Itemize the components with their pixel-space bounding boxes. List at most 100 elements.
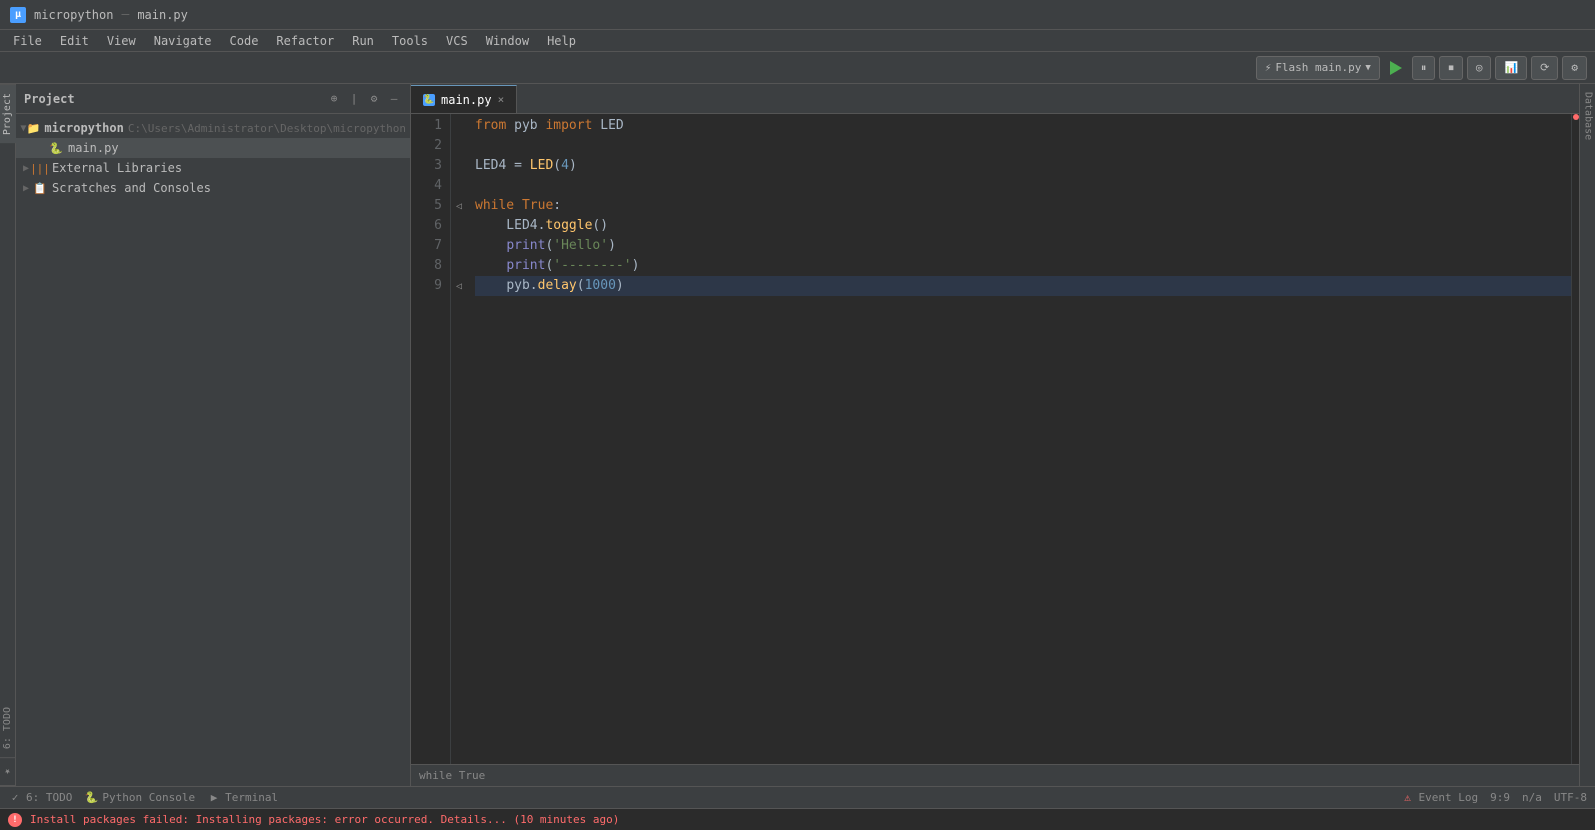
structure-tab[interactable]: 6: TODO [0, 699, 16, 758]
stop-button[interactable]: ⏹ [1439, 56, 1463, 80]
python-icon: 🐍 [84, 791, 98, 805]
menu-file[interactable]: File [5, 32, 50, 50]
ln-8: 8 [411, 256, 442, 276]
root-icon: 📁 [27, 120, 41, 136]
event-log-btn[interactable]: ⚠ Event Log [1401, 791, 1479, 805]
right-strip: Database [1579, 84, 1595, 786]
gutter-8 [451, 256, 467, 276]
left-strip: Project 6: TODO ★ [0, 84, 16, 786]
scratches-label: Scratches and Consoles [52, 181, 211, 195]
error-scroll-marker [1573, 114, 1579, 120]
tree-scratches[interactable]: ▶ 📋 Scratches and Consoles [16, 178, 410, 198]
collapse-btn[interactable]: | [346, 91, 362, 107]
nav-indicator: n/a [1522, 791, 1542, 804]
title-bar: μ micropython – main.py [0, 0, 1595, 30]
editor-breadcrumb: while True [411, 764, 1579, 786]
menu-code[interactable]: Code [222, 32, 267, 50]
status-right: ⚠ Event Log 9:9 n/a UTF-8 [1401, 791, 1587, 805]
menu-bar: File Edit View Navigate Code Refactor Ru… [0, 30, 1595, 52]
menu-run[interactable]: Run [344, 32, 382, 50]
flash-icon: ⚡ [1265, 61, 1272, 74]
warning-icon: ! [8, 813, 22, 827]
gutter-7 [451, 236, 467, 256]
menu-navigate[interactable]: Navigate [146, 32, 220, 50]
terminal-tab[interactable]: ▶ Terminal [207, 791, 278, 805]
code-line-9: pyb.delay(1000) [475, 276, 1571, 296]
ln-1: 1 [411, 116, 442, 136]
root-label: micropython [44, 121, 123, 135]
libs-icon: ||| [32, 160, 48, 176]
code-gutter: ◁ ◁ [451, 114, 467, 764]
menu-vcs[interactable]: VCS [438, 32, 476, 50]
nav-text: n/a [1522, 791, 1542, 804]
more-btn[interactable]: – [386, 91, 402, 107]
event-log-label: Event Log [1419, 791, 1479, 804]
tab-py-icon: 🐍 [423, 94, 435, 106]
code-line-4 [475, 176, 1571, 196]
code-line-3: LED4 = LED(4) [475, 156, 1571, 176]
gutter-5[interactable]: ◁ [451, 196, 467, 216]
coverage-button[interactable]: ◎ [1467, 56, 1492, 80]
ln-2: 2 [411, 136, 442, 156]
project-name: micropython [34, 8, 113, 22]
todo-tab[interactable]: ✓ 6: TODO [8, 791, 72, 805]
file-name: main.py [137, 8, 188, 22]
gutter-9[interactable]: ◁ [451, 276, 467, 296]
editor-tabs: 🐍 main.py × [411, 84, 1579, 114]
scratches-chevron[interactable]: ▶ [20, 182, 32, 194]
tree-main-py[interactable]: 🐍 main.py [16, 138, 410, 158]
breadcrumb-text: while True [419, 769, 485, 782]
gutter-3 [451, 156, 467, 176]
menu-window[interactable]: Window [478, 32, 537, 50]
ln-4: 4 [411, 176, 442, 196]
tab-main-py[interactable]: 🐍 main.py × [411, 85, 517, 113]
favorites-tab[interactable]: ★ [0, 758, 16, 786]
position-text: 9:9 [1490, 791, 1510, 804]
project-panel: Project ⊕ | ⚙ – ▼ 📁 micropython C:\Users… [16, 84, 411, 786]
flash-button[interactable]: ⚡ Flash main.py ▼ [1256, 56, 1380, 80]
code-editor: 1 2 3 4 5 6 7 8 9 ◁ ◁ [411, 114, 1579, 764]
profile-button[interactable]: 📊 [1495, 56, 1527, 80]
project-tree: ▼ 📁 micropython C:\Users\Administrator\D… [16, 114, 410, 786]
menu-help[interactable]: Help [539, 32, 584, 50]
editor-area: 🐍 main.py × 1 2 3 4 5 6 7 8 9 [411, 84, 1579, 786]
run-button[interactable] [1384, 56, 1408, 80]
encoding-text: UTF-8 [1554, 791, 1587, 804]
status-left: ✓ 6: TODO 🐍 Python Console ▶ Terminal [8, 791, 1389, 805]
python-console-label: Python Console [102, 791, 195, 804]
main-py-label: main.py [68, 141, 119, 155]
tree-ext-libs[interactable]: ▶ ||| External Libraries [16, 158, 410, 178]
error-scroll-panel [1571, 114, 1579, 764]
tab-close-btn[interactable]: × [498, 93, 505, 106]
code-content[interactable]: from pyb import LED LED4 = LED(4) while … [467, 114, 1579, 764]
gutter-4 [451, 176, 467, 196]
settings-small-btn[interactable]: ⚙ [366, 91, 382, 107]
settings-button[interactable]: ⚙ [1562, 56, 1587, 80]
gutter-6 [451, 216, 467, 236]
ln-9: 9 [411, 276, 442, 296]
search-everywhere[interactable]: ⟳ [1531, 56, 1558, 80]
python-console-tab[interactable]: 🐍 Python Console [84, 791, 195, 805]
pause-button[interactable]: ⏸ [1412, 56, 1436, 80]
ln-5: 5 [411, 196, 442, 216]
menu-refactor[interactable]: Refactor [268, 32, 342, 50]
code-line-2 [475, 136, 1571, 156]
app-logo: μ [10, 7, 26, 23]
project-tab[interactable]: Project [0, 84, 16, 143]
gutter-2 [451, 136, 467, 156]
ln-7: 7 [411, 236, 442, 256]
root-chevron[interactable]: ▼ [20, 122, 27, 134]
gutter-1 [451, 116, 467, 136]
menu-tools[interactable]: Tools [384, 32, 436, 50]
database-tab[interactable]: Database [1580, 84, 1595, 148]
menu-view[interactable]: View [99, 32, 144, 50]
tree-root[interactable]: ▼ 📁 micropython C:\Users\Administrator\D… [16, 118, 410, 138]
py-file-icon: 🐍 [48, 140, 64, 156]
root-path: C:\Users\Administrator\Desktop\micropyth… [128, 122, 406, 135]
menu-edit[interactable]: Edit [52, 32, 97, 50]
code-line-5: while True: [475, 196, 1571, 216]
todo-icon: ✓ [8, 791, 22, 805]
tab-label: main.py [441, 93, 492, 107]
encoding-indicator[interactable]: UTF-8 [1554, 791, 1587, 804]
sync-btn[interactable]: ⊕ [326, 91, 342, 107]
